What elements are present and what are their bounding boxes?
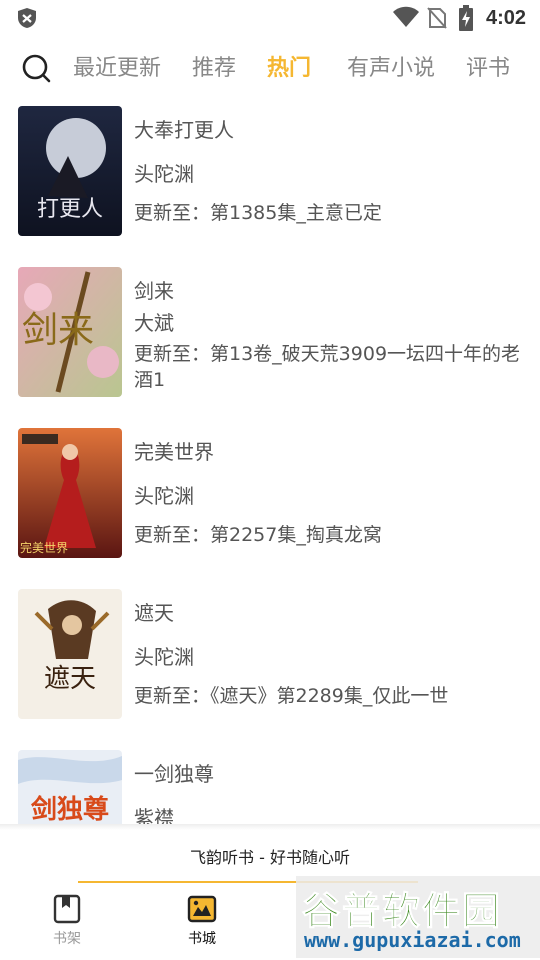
book-author: 大斌 (134, 311, 174, 335)
watermark-title: 谷普软件园 (301, 889, 503, 934)
cover-title: 剑来 (22, 310, 94, 351)
book-latest-update: 更新至：第2257集_掏真龙窝 (134, 524, 382, 546)
wifi-icon (393, 6, 419, 27)
book-title: 一剑独尊 (134, 762, 214, 786)
status-bar: 4:02 (0, 0, 540, 36)
book-title: 遮天 (134, 601, 174, 625)
player-caption[interactable]: 飞韵听书 - 好书随心听 (0, 844, 540, 868)
book-latest-update: 更新至：第1385集_主意已定 (134, 202, 382, 224)
tab-popular[interactable]: 热门 (267, 50, 311, 82)
book-title: 完美世界 (134, 440, 214, 464)
book-list: 打更人 大奉打更人 头陀渊 更新至：第1385集_主意已定 剑来 剑来 大斌 更… (0, 100, 540, 824)
book-item[interactable]: 剑来 剑来 大斌 更新至：第13卷_破天荒3909一坛四十年的老酒1 (0, 261, 540, 411)
book-author: 头陀渊 (134, 484, 194, 508)
no-sim-icon (427, 7, 447, 29)
book-item[interactable]: 遮天 遮天 头陀渊 更新至：《遮天》第2289集_仅此一世 (0, 583, 540, 733)
nav-label: 书城 (188, 931, 216, 947)
book-latest-update: 更新至：《遮天》第2289集_仅此一世 (134, 685, 449, 707)
cover-title: 完美世界 (20, 540, 68, 555)
book-cover: 遮天 (18, 589, 122, 719)
cover-title: 打更人 (37, 197, 103, 222)
tab-recent-updates[interactable]: 最近更新 (73, 50, 161, 82)
book-cover: 剑来 (18, 267, 122, 397)
battery-charging-icon (459, 5, 473, 31)
book-title: 剑来 (134, 279, 174, 303)
category-tabs: 最近更新 推荐 热门 有声小说 评书 (0, 40, 540, 90)
book-cover: 打更人 (18, 106, 122, 236)
book-cover: 剑独尊 (18, 750, 122, 824)
book-author: 紫襟 (134, 806, 174, 824)
bookstore-icon (187, 895, 217, 923)
watermark-url: www.gupuxiazai.com (304, 928, 521, 952)
nav-label: 书架 (53, 931, 81, 947)
search-icon[interactable] (20, 52, 52, 84)
book-item[interactable]: 完美世界 完美世界 头陀渊 更新至：第2257集_掏真龙窝 (0, 422, 540, 572)
nav-bookstore[interactable]: 书城 (162, 894, 242, 954)
book-latest-update: 更新至：第13卷_破天荒3909一坛四十年的老酒1 (134, 343, 521, 391)
book-cover: 完美世界 (18, 428, 122, 558)
book-author: 头陀渊 (134, 162, 194, 186)
tab-storytelling[interactable]: 评书 (466, 50, 510, 82)
tab-audio-novels[interactable]: 有声小说 (347, 50, 435, 82)
tab-recommended[interactable]: 推荐 (192, 50, 236, 82)
clock: 4:02 (486, 7, 527, 29)
bookshelf-icon (53, 894, 81, 924)
book-author: 头陀渊 (134, 645, 194, 669)
nav-bookshelf[interactable]: 书架 (27, 894, 107, 954)
book-title: 大奉打更人 (134, 118, 234, 142)
cover-title: 遮天 (44, 664, 96, 694)
book-item[interactable]: 剑独尊 一剑独尊 紫襟 (0, 744, 540, 824)
book-item[interactable]: 打更人 大奉打更人 头陀渊 更新至：第1385集_主意已定 (0, 100, 540, 250)
shield-icon (18, 8, 36, 28)
watermark: 谷普软件园 www.gupuxiazai.com (296, 876, 540, 958)
cover-title: 剑独尊 (31, 794, 109, 824)
